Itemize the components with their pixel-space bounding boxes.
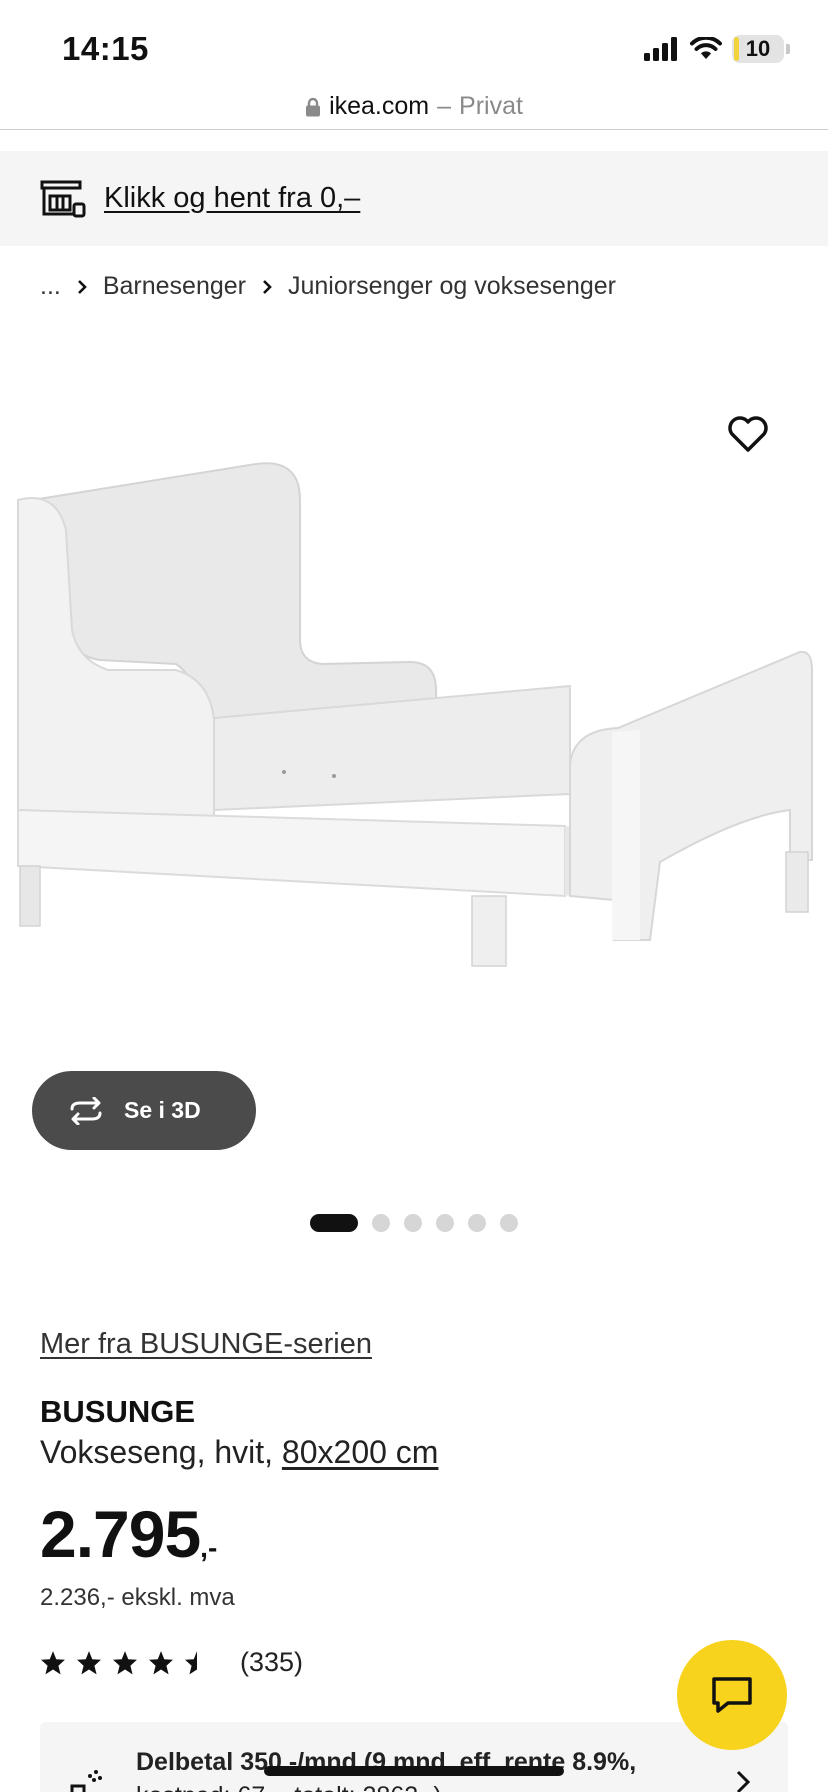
carousel-dot[interactable] [468,1214,486,1232]
pickup-banner[interactable]: Klikk og hent fra 0,– [0,151,828,246]
store-pickup-icon [40,180,86,217]
financing-card[interactable]: Delbetal 350,-/mnd (9 mnd, eff. rente 8.… [40,1722,788,1792]
star-icon [113,1650,137,1674]
view-3d-label: Se i 3D [124,1097,201,1123]
url-separator: – [437,92,452,120]
breadcrumb-item-barnesenger[interactable]: Barnesenger [103,272,246,301]
status-bar: 14:15 10 [0,0,828,88]
rating-stars [40,1650,210,1676]
chevron-right-icon [736,1770,750,1792]
financing-text-line2: kostnad: 67,-, totalt: 2862,-) [136,1782,442,1792]
view-3d-button[interactable]: Se i 3D [32,1071,256,1150]
battery-indicator: 10 [732,35,784,63]
star-icon [41,1650,65,1674]
status-time: 14:15 [62,30,149,67]
battery-nub [786,44,790,54]
product-name: BUSUNGE [40,1394,196,1429]
product-rating[interactable]: (335) [40,1647,303,1678]
product-description-text: Vokseseng, hvit, [40,1434,282,1470]
product-image[interactable] [0,340,828,1180]
product-size-link[interactable]: 80x200 cm [282,1434,439,1470]
wifi-icon [690,37,722,59]
pickup-link[interactable]: Klikk og hent fra 0,– [104,182,360,215]
home-indicator [264,1766,564,1776]
coins-icon [70,1770,102,1792]
review-count: (335) [240,1647,304,1677]
series-link[interactable]: Mer fra BUSUNGE-serien [40,1328,372,1361]
rotate-3d-icon [70,1096,102,1125]
price-ex-vat: 2.236,- ekskl. mva [40,1584,235,1611]
star-icon [77,1650,101,1674]
star-icon [185,1650,209,1674]
carousel-dot[interactable] [404,1214,422,1232]
favorite-heart-icon[interactable] [724,410,772,458]
breadcrumb-ellipsis[interactable]: ... [40,272,61,301]
carousel-dot[interactable] [500,1214,518,1232]
chat-bubble-icon [712,1677,752,1713]
url-host: ikea.com [329,92,430,120]
breadcrumb-item-juniorsenger[interactable]: Juniorsenger og voksesenger [288,272,616,301]
chevron-right-icon [77,279,87,294]
cellular-signal-icon [644,37,677,61]
carousel-dot[interactable] [436,1214,454,1232]
carousel-dot[interactable] [372,1214,390,1232]
carousel-dot[interactable] [310,1214,358,1232]
image-carousel-dots [310,1214,518,1232]
battery-level-text: 10 [745,36,771,61]
product-description: Vokseseng, hvit, 80x200 cm [40,1434,438,1471]
status-icons: 10 [644,34,790,64]
price-amount: 2.795 [40,1497,201,1571]
price-suffix: ,- [200,1532,218,1563]
private-mode-label: Privat [459,92,523,120]
lock-icon [306,97,321,116]
address-bar[interactable]: ikea.com – Privat [0,84,828,130]
star-icon [149,1650,173,1674]
chevron-right-icon [263,279,272,294]
product-price: 2.795,- [40,1496,217,1572]
chat-button[interactable] [677,1640,787,1750]
breadcrumb: ... Barnesenger Juniorsenger og voksesen… [40,272,616,301]
